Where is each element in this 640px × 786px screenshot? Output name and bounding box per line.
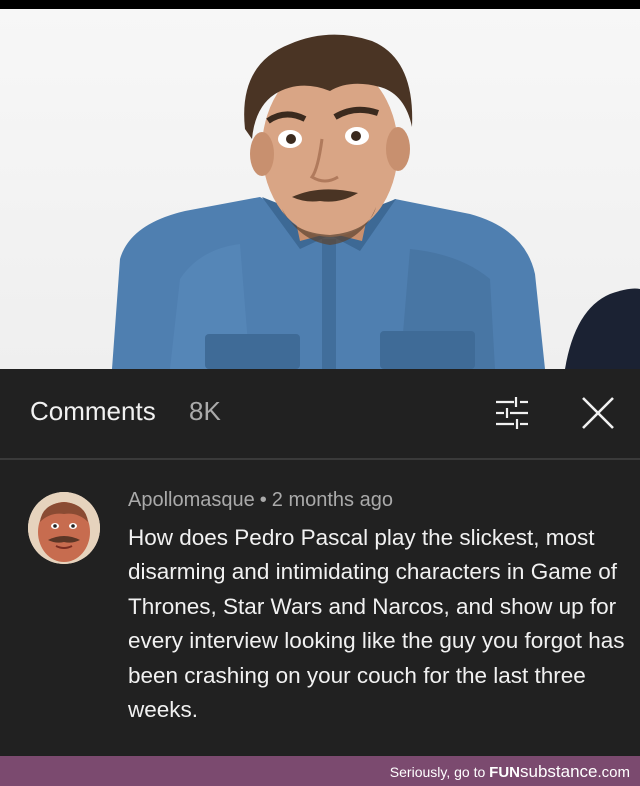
comment-text: How does Pedro Pascal play the slickest,…	[128, 525, 625, 723]
watermark-prefix: Seriously, go to	[389, 764, 486, 780]
meta-separator: •	[259, 489, 267, 511]
comment-item[interactable]: Apollomasque • 2 months ago How does Pedro…	[0, 475, 640, 755]
sort-sliders-icon	[496, 397, 528, 429]
close-comments-button[interactable]	[576, 393, 620, 433]
comments-panel: Comments 8K Apollomasque • 2 months ago …	[0, 369, 640, 755]
status-bar	[0, 0, 640, 9]
comment-author[interactable]: Apollomasque	[128, 489, 255, 511]
watermark-brand-tld: .com	[597, 764, 630, 781]
sort-comments-button[interactable]	[490, 393, 534, 433]
avatar-image	[28, 492, 100, 564]
video-frame-image	[112, 34, 640, 369]
watermark-footer: Seriously, go to FUNsubstance.com	[0, 756, 640, 786]
close-icon	[582, 397, 614, 429]
video-player[interactable]	[0, 9, 640, 369]
comment-meta: Apollomasque • 2 months ago	[128, 489, 393, 512]
comment-time: 2 months ago	[271, 489, 393, 511]
comments-count: 8K	[189, 396, 221, 426]
avatar[interactable]	[28, 492, 100, 564]
comments-title: Comments	[30, 396, 156, 426]
header-divider	[0, 458, 640, 460]
comments-header: Comments 8K	[0, 369, 640, 457]
watermark-brand-fun: FUN	[489, 764, 520, 781]
watermark-text: Seriously, go to FUNsubstance.com	[390, 762, 630, 782]
watermark-brand-rest: substance	[519, 762, 598, 781]
